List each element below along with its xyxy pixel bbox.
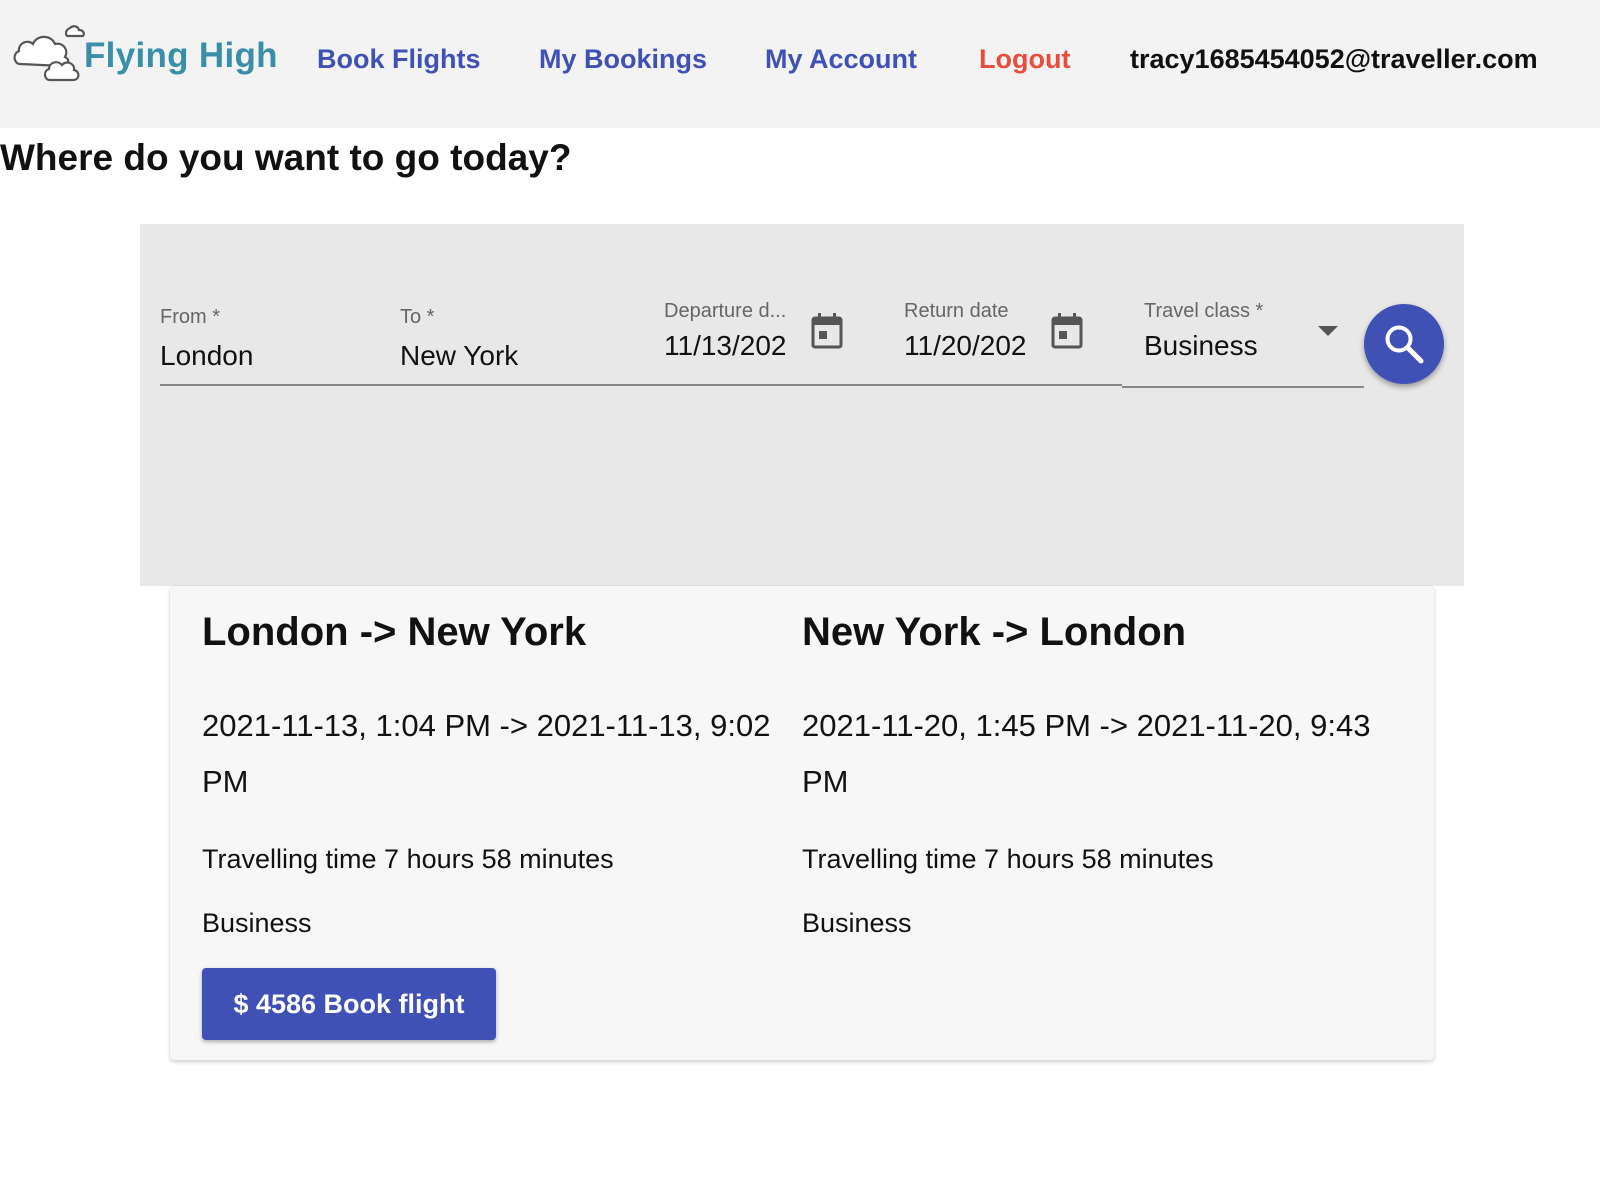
outbound-duration: Travelling time 7 hours 58 minutes <box>202 844 614 874</box>
nav-my-account[interactable]: My Account <box>765 44 917 75</box>
from-label: From * <box>160 306 220 328</box>
search-button[interactable] <box>1364 304 1444 384</box>
from-input[interactable]: London <box>160 340 253 372</box>
flight-result-card: London -> New York 2021-11-13, 1:04 PM -… <box>170 586 1434 1060</box>
to-input[interactable]: New York <box>400 340 518 372</box>
inbound-class: Business <box>802 908 912 938</box>
nav-logout[interactable]: Logout <box>979 44 1070 75</box>
outbound-times: 2021-11-13, 1:04 PM -> 2021-11-13, 9:02 … <box>202 708 771 799</box>
flight-search-panel: From * London To * New York Departure d.… <box>140 224 1464 586</box>
to-label: To * <box>400 306 435 328</box>
travel-class-label: Travel class * <box>1144 300 1264 322</box>
departure-date-label: Departure d... <box>664 300 787 322</box>
return-date-label: Return date <box>904 300 1009 322</box>
outbound-class: Business <box>202 908 312 938</box>
return-date-input[interactable]: 11/20/202 <box>904 330 1038 362</box>
inbound-route-title: New York -> London <box>802 610 1187 654</box>
calendar-icon[interactable] <box>810 312 844 350</box>
search-fields-underline <box>160 384 1122 386</box>
top-navigation-bar: Flying High Book Flights My Bookings My … <box>0 0 1600 128</box>
book-flight-button[interactable]: $ 4586 Book flight <box>202 968 496 1040</box>
travel-class-underline <box>1122 386 1364 388</box>
inbound-duration: Travelling time 7 hours 58 minutes <box>802 844 1214 874</box>
nav-my-bookings[interactable]: My Bookings <box>539 44 707 75</box>
logo[interactable]: Flying High <box>12 20 282 90</box>
user-email: tracy1685454052@traveller.com <box>1130 44 1538 74</box>
page-title: Where do you want to go today? <box>0 137 572 178</box>
departure-date-input[interactable]: 11/13/202 <box>664 330 798 362</box>
logo-text: Flying High <box>84 36 278 75</box>
search-icon <box>1385 325 1424 364</box>
outbound-route-title: London -> New York <box>202 610 587 654</box>
nav-book-flights[interactable]: Book Flights <box>317 44 481 75</box>
travel-class-value[interactable]: Business <box>1144 330 1258 362</box>
inbound-times: 2021-11-20, 1:45 PM -> 2021-11-20, 9:43 … <box>802 708 1371 799</box>
dropdown-arrow-icon[interactable] <box>1318 326 1338 336</box>
calendar-icon[interactable] <box>1050 312 1084 350</box>
cloud-icon <box>13 25 85 82</box>
